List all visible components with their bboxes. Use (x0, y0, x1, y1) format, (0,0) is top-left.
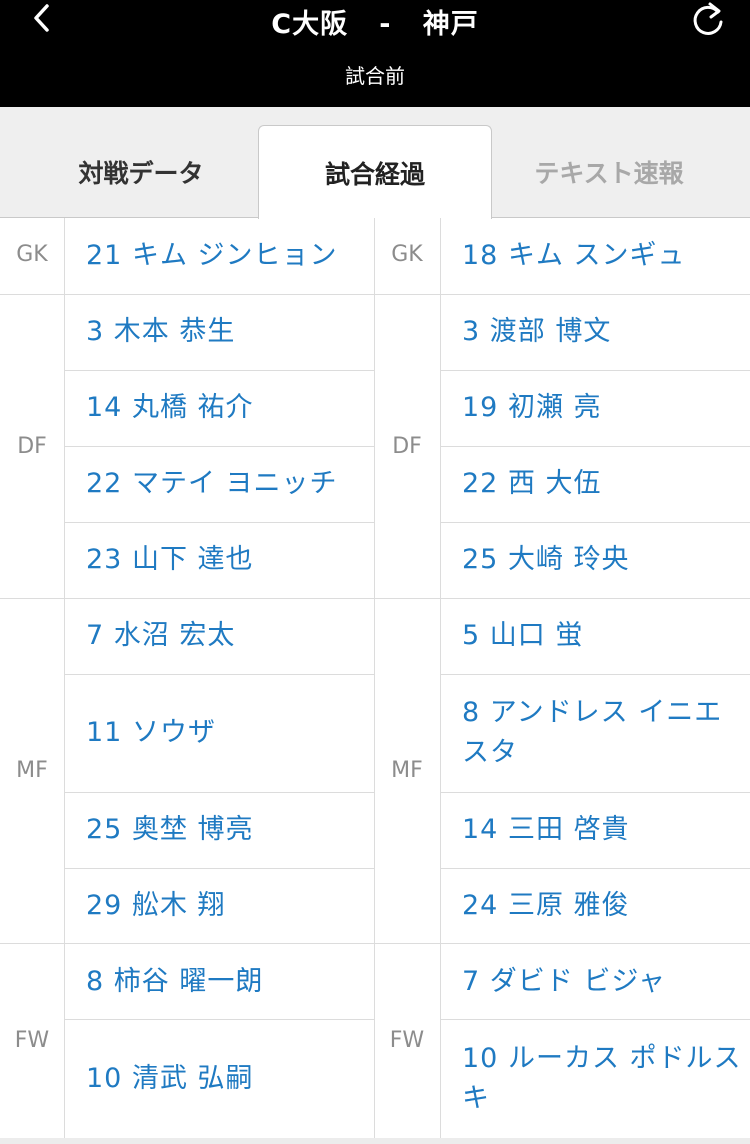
home-player-df[interactable]: 22 マテイ ヨニッチ (86, 446, 371, 522)
home-player-mf[interactable]: 29 舩木 翔 (86, 868, 371, 944)
match-title: C大阪 - 神戸 (271, 9, 479, 40)
home-player-gk[interactable]: 21 キム ジンヒョン (86, 218, 371, 294)
position-label-home-df: DF (17, 434, 47, 459)
refresh-button[interactable] (686, 0, 730, 44)
home-player-mf[interactable]: 11 ソウザ (86, 674, 371, 792)
away-player-df[interactable]: 3 渡部 博文 (462, 294, 742, 370)
position-label-away-gk: GK (391, 242, 423, 267)
tab-text-live[interactable]: テキスト速報 (492, 125, 726, 218)
tab-match-progress[interactable]: 試合経過 (258, 125, 492, 219)
away-player-mf[interactable]: 8 アンドレス イニエスタ (462, 674, 742, 792)
away-player-fw[interactable]: 7 ダビド ビジャ (462, 944, 742, 1019)
divider (374, 218, 375, 1138)
away-player-mf[interactable]: 14 三田 啓貴 (462, 792, 742, 868)
lineup-grid: GK GK DF DF MF MF FW FW 21 キム ジンヒョン 3 木本… (0, 218, 750, 1138)
away-player-df[interactable]: 22 西 大伍 (462, 446, 742, 522)
home-player-df[interactable]: 23 山下 達也 (86, 522, 371, 598)
away-player-fw[interactable]: 10 ルーカス ポドルスキ (462, 1019, 742, 1138)
home-player-mf[interactable]: 7 水沼 宏太 (86, 598, 371, 674)
position-label-away-df: DF (392, 434, 422, 459)
home-player-mf[interactable]: 25 奥埜 博亮 (86, 792, 371, 868)
match-status: 試合前 (345, 64, 405, 88)
home-player-fw[interactable]: 8 柿谷 曜一朗 (86, 944, 371, 1019)
match-header: C大阪 - 神戸 試合前 (0, 0, 750, 107)
footer-strip (0, 1138, 750, 1144)
position-label-away-mf: MF (391, 758, 423, 783)
away-player-df[interactable]: 25 大崎 玲央 (462, 522, 742, 598)
home-player-df[interactable]: 14 丸橋 祐介 (86, 370, 371, 446)
position-label-home-mf: MF (16, 758, 48, 783)
position-label-home-gk: GK (16, 242, 48, 267)
away-player-df[interactable]: 19 初瀬 亮 (462, 370, 742, 446)
away-player-mf[interactable]: 24 三原 雅俊 (462, 868, 742, 944)
away-player-gk[interactable]: 18 キム スンギュ (462, 218, 742, 294)
home-player-fw[interactable]: 10 清武 弘嗣 (86, 1019, 371, 1138)
divider (64, 218, 65, 1138)
refresh-icon (693, 2, 723, 35)
divider (440, 218, 441, 1138)
tab-bar: 対戦データ 試合経過 テキスト速報 (0, 107, 750, 219)
home-player-df[interactable]: 3 木本 恭生 (86, 294, 371, 370)
position-label-home-fw: FW (14, 1028, 50, 1053)
position-label-away-fw: FW (389, 1028, 425, 1053)
tab-match-data[interactable]: 対戦データ (24, 125, 258, 218)
away-player-mf[interactable]: 5 山口 蛍 (462, 598, 742, 674)
